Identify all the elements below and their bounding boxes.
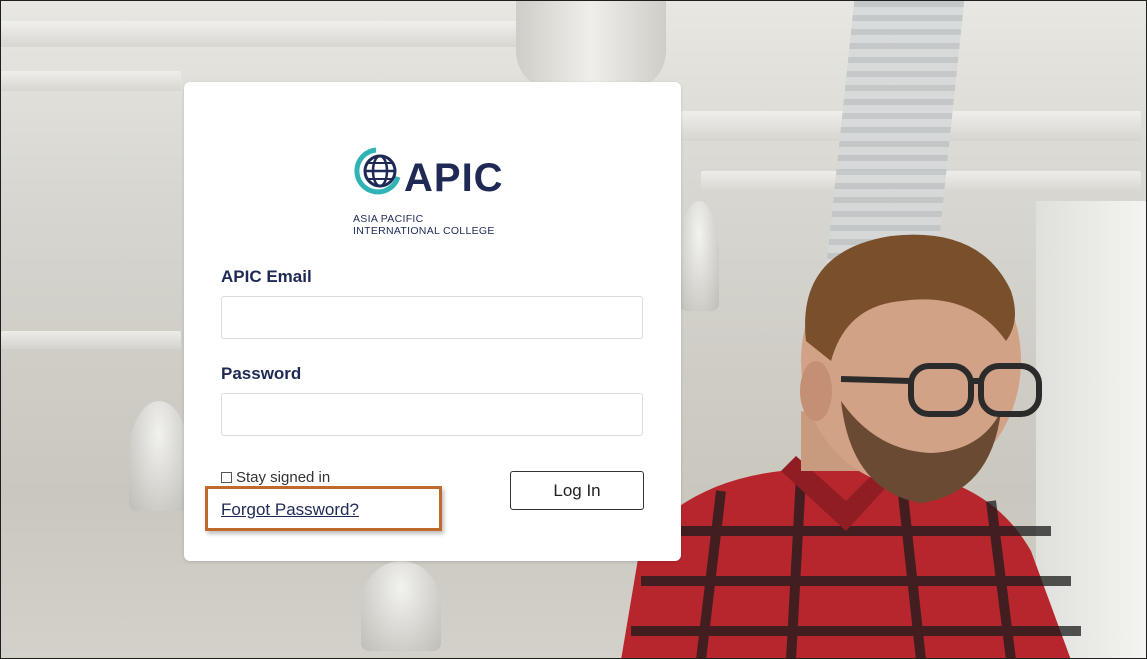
apic-logo: APIC ASIA PACIFIC INTERNATIONAL COLLEGE xyxy=(353,144,524,237)
login-button[interactable]: Log In xyxy=(510,471,644,510)
email-field[interactable] xyxy=(221,296,643,339)
logo-subtitle-line1: ASIA PACIFIC xyxy=(353,213,424,225)
logo-subtitle: ASIA PACIFIC INTERNATIONAL COLLEGE xyxy=(353,213,495,237)
password-field[interactable] xyxy=(221,393,643,436)
globe-icon xyxy=(354,147,401,195)
page-frame: APIC ASIA PACIFIC INTERNATIONAL COLLEGE … xyxy=(0,0,1147,659)
ceiling-duct xyxy=(516,1,666,91)
password-label: Password xyxy=(221,364,302,383)
email-label: APIC Email xyxy=(221,267,312,286)
ceiling-beam xyxy=(1,71,181,91)
stay-signed-in-checkbox[interactable] xyxy=(221,472,232,483)
login-card: APIC ASIA PACIFIC INTERNATIONAL COLLEGE … xyxy=(184,82,681,561)
pendant-lamp xyxy=(129,401,189,511)
logo-wordmark: APIC xyxy=(404,156,504,200)
pendant-lamp xyxy=(361,561,441,651)
stay-signed-in[interactable]: Stay signed in xyxy=(221,469,330,486)
ceiling-beam xyxy=(1,331,181,349)
logo-subtitle-line2: INTERNATIONAL COLLEGE xyxy=(353,225,495,237)
ceiling-beam xyxy=(1,21,521,47)
stay-signed-in-label: Stay signed in xyxy=(236,469,331,486)
forgot-password-link[interactable]: Forgot Password? xyxy=(221,500,359,520)
